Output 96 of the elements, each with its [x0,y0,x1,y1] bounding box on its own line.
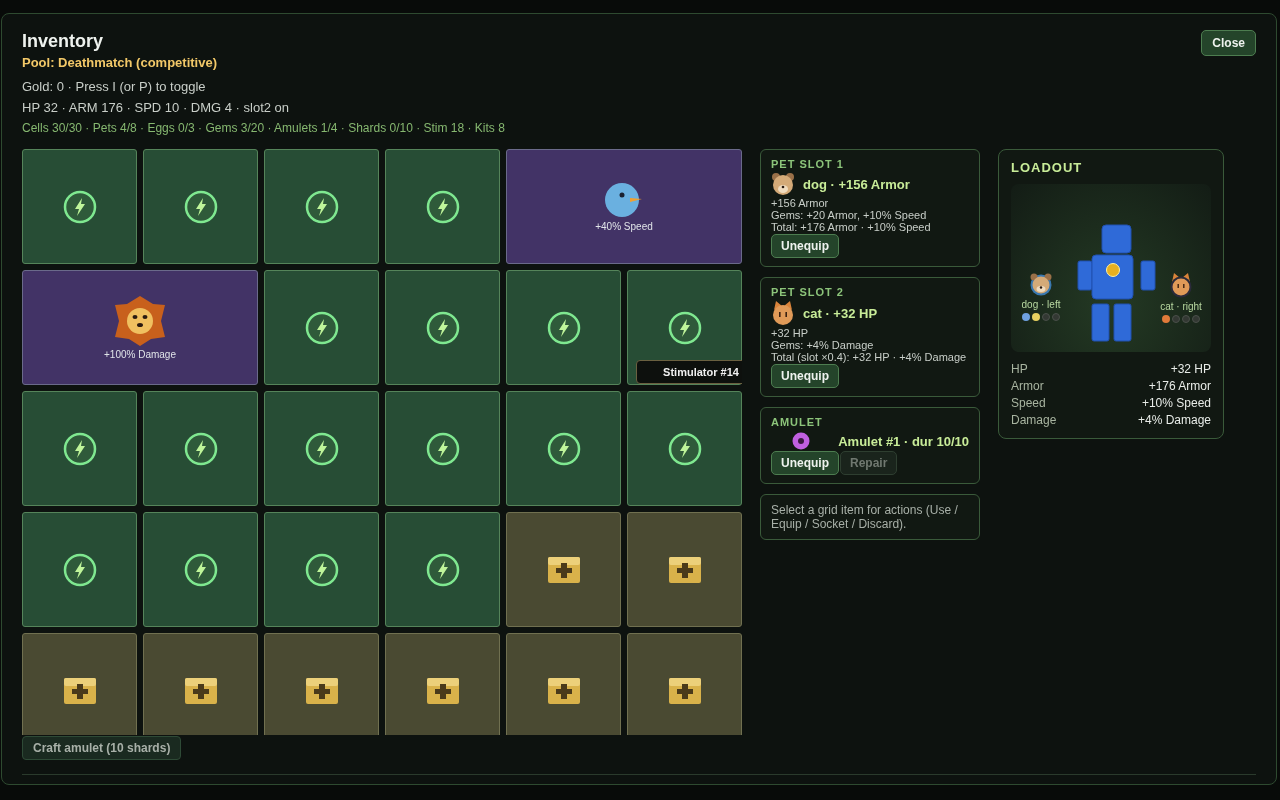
medkit-icon [667,676,702,705]
pool-label: Pool: Deathmatch (competitive) [22,54,219,72]
medkit-icon [183,676,218,705]
dog-icon [771,172,795,196]
stimulator-cell[interactable] [22,149,137,264]
medkit-icon [425,676,460,705]
pet-name: dog · +156 Armor [803,176,910,192]
lightning-icon [546,431,581,466]
close-button[interactable]: Close [1201,30,1256,56]
pet-stat-line: Total: +176 Armor · +10% Speed [771,221,932,233]
lightning-icon [304,552,339,587]
medkit-icon [667,555,702,584]
pet-stat-line: +32 HP [771,327,809,339]
medkit-icon [546,555,581,584]
stimulator-cell[interactable] [385,512,500,627]
pet-bonus: +40% Speed [595,221,653,232]
unequip-button[interactable]: Unequip [771,234,839,258]
stimulator-cell[interactable] [506,391,621,506]
kit-cell[interactable] [506,633,621,735]
pet-stat-line: Gems: +20 Armor, +10% Speed [771,209,928,221]
info-line: Gold: 0 · Press I (or P) to toggle [22,78,207,96]
pet-name: cat · +32 HP [803,305,878,321]
amulet-action-button[interactable]: Unequip [771,451,839,475]
pet-side-label: cat · right [1160,301,1202,312]
lightning-icon [304,189,339,224]
lightning-icon [62,552,97,587]
slot-heading: PET SLOT 1 [771,158,845,170]
stimulator-cell[interactable] [506,270,621,385]
cat-icon [771,300,795,326]
stimulator-cell[interactable] [264,512,379,627]
stat-value: +32 HP [1170,361,1211,378]
amulet-icon [792,432,810,450]
stimulator-cell[interactable] [385,391,500,506]
kit-cell[interactable] [143,633,258,735]
lightning-icon [667,310,702,345]
stat-label: Armor [1011,378,1044,395]
lightning-icon [425,552,460,587]
counts-line: Cells 30/30 · Pets 4/8 · Eggs 0/3 · Gems 3/20 · Amulets 1/4 · Shards 0/10 · Stim 18 · Kits 8 [22,120,505,137]
kit-cell[interactable] [385,633,500,735]
lightning-icon [183,552,218,587]
stat-value: +10% Speed [1141,395,1211,412]
lightning-icon [425,189,460,224]
pet-stat-line: Total (slot ×0.4): +32 HP · +4% Damage [771,351,968,363]
amulet-name: Amulet #1 · dur 10/10 [838,433,969,449]
pet-side-label: dog · left [1021,299,1061,310]
lightning-icon [183,189,218,224]
slot-heading: AMULET [771,416,824,428]
pet-card[interactable]: +100% Damage [22,270,258,385]
dog-icon [1029,272,1053,296]
stimulator-cell[interactable] [264,270,379,385]
kit-cell[interactable] [506,512,621,627]
pet-stat-line: Gems: +4% Damage [771,339,875,351]
pet-bonus: +100% Damage [104,349,176,360]
craft-amulet-button[interactable]: Craft amulet (10 shards) [22,736,182,760]
stimulator-cell[interactable] [22,391,137,506]
lightning-icon [304,310,339,345]
lightning-icon [62,431,97,466]
stimulator-cell[interactable] [264,149,379,264]
loadout-heading: LOADOUT [1011,160,1084,175]
kit-cell[interactable] [22,633,137,735]
kit-cell[interactable] [264,633,379,735]
stat-label: Speed [1011,395,1046,412]
stat-value: +4% Damage [1137,412,1211,429]
lightning-icon [667,431,702,466]
stimulator-cell[interactable] [385,270,500,385]
window-title: Inventory [22,30,105,53]
kit-cell[interactable] [627,512,742,627]
info-line: HP 32 · ARM 176 · SPD 10 · DMG 4 · slot2 on [22,99,291,117]
pet-stat-line: +156 Armor [771,197,830,209]
stimulator-cell[interactable] [143,391,258,506]
stimulator-cell[interactable] [22,512,137,627]
hint-text: Select a grid item for actions (Use / Equip / Socket / Discard). [760,494,980,540]
pet-card[interactable]: +40% Speed [506,149,742,264]
stimulator-cell[interactable] [385,149,500,264]
lightning-icon [546,310,581,345]
unequip-button[interactable]: Unequip [771,364,839,388]
lightning-icon [425,431,460,466]
stat-label: HP [1011,361,1028,378]
lightning-icon [304,431,339,466]
lightning-icon [183,431,218,466]
cat-icon [1169,272,1193,298]
stat-label: Damage [1011,412,1057,429]
lion-icon [113,295,167,347]
medkit-icon [546,676,581,705]
kit-cell[interactable] [627,633,742,735]
stat-value: +176 Armor [1148,378,1211,395]
stimulator-cell[interactable] [143,149,258,264]
lightning-icon [62,189,97,224]
medkit-icon [62,676,97,705]
slot-heading: PET SLOT 2 [771,286,845,298]
item-tooltip: Stimulator #14 [636,360,742,384]
medkit-icon [304,676,339,705]
lightning-icon [425,310,460,345]
stimulator-cell[interactable] [143,512,258,627]
stimulator-cell[interactable] [627,391,742,506]
stimulator-cell[interactable] [264,391,379,506]
